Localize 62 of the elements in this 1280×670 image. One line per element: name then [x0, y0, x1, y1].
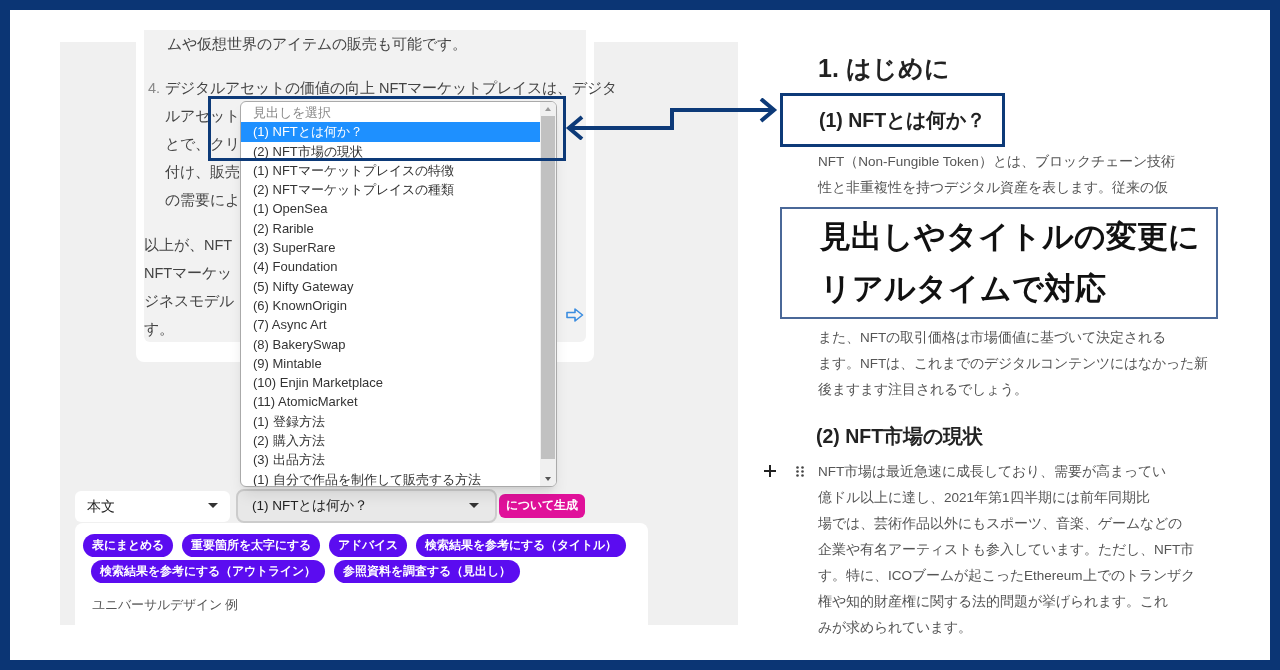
dropdown-option[interactable]: (2) Rarible — [253, 220, 314, 237]
action-chip[interactable]: アドバイス — [329, 534, 407, 557]
caret-icon — [208, 503, 218, 509]
highlighted-heading: (1) NFTとは何か？ — [780, 93, 1005, 147]
heading: 1. はじめに — [817, 53, 950, 84]
body-text: す。 — [144, 320, 174, 339]
block-type-select[interactable]: 本文 — [75, 490, 230, 522]
paragraph-line: ます。NFTは、これまでのデジタルコンテンツにはなかった新 — [818, 355, 1209, 373]
body-text: の需要によ — [165, 191, 240, 210]
body-text: 付け、販売 — [165, 163, 240, 182]
body-text: デジタルアセットの価値の向上 NFTマーケットプレイスは、デジタ — [165, 79, 618, 98]
dropdown-option[interactable]: (7) Async Art — [253, 317, 327, 333]
dropdown-option[interactable]: (3) 出品方法 — [253, 452, 325, 468]
drag-handle-icon[interactable] — [796, 466, 804, 477]
plus-icon[interactable] — [764, 465, 776, 477]
dropdown-option[interactable]: (1) 登録方法 — [253, 413, 325, 430]
paragraph-line: 場では、芸術作品以外にもスポーツ、音楽、ゲームなどの — [818, 515, 1182, 533]
body-text: 以上が、NFT — [144, 236, 233, 255]
action-chip[interactable]: 表にまとめる — [83, 534, 173, 557]
callout-text: 見出しやタイトルの変更にリアルタイムで対応 — [780, 207, 1218, 319]
generate-button[interactable]: について生成 — [499, 494, 585, 518]
paragraph-line: 後ますます注目されるでしょう。 — [818, 381, 1028, 399]
paragraph-line: 性と非重複性を持つデジタル資産を表します。従来の仮 — [818, 179, 1168, 197]
paragraph-line: 権や知的財産権に関する法的問題が挙げられます。これ — [818, 593, 1168, 611]
dropdown-option[interactable]: (1) OpenSea — [253, 201, 328, 217]
dropdown-option[interactable]: (2) NFT市場の現状 — [253, 143, 363, 159]
dropdown-option[interactable]: (9) Mintable — [253, 355, 322, 372]
dropdown-header-option: 見出しを選択 — [241, 103, 540, 123]
prompt-text: ユニバーサルデザイン 例 — [91, 597, 239, 614]
dropdown-option[interactable]: (5) Nifty Gateway — [253, 278, 354, 294]
dropdown-option[interactable]: (11) AtomicMarket — [253, 394, 358, 410]
action-chip[interactable]: 検索結果を参考にする（タイトル） — [416, 534, 626, 557]
list-number: 4. — [148, 79, 162, 98]
paragraph-line: NFT（Non-Fungible Token）とは、ブロックチェーン技術 — [818, 153, 1175, 171]
body-text: NFTマーケッ — [144, 264, 233, 283]
dropdown-option[interactable]: (1) NFTマーケットプレイスの特徴 — [253, 162, 454, 179]
body-text: とで、クリ — [165, 135, 240, 154]
paragraph-line: みが求められています。 — [818, 619, 972, 637]
dropdown-option[interactable]: (4) Foundation — [253, 259, 338, 275]
scrollbar[interactable] — [540, 102, 556, 486]
action-chip[interactable]: 参照資料を調査する（見出し） — [334, 560, 520, 583]
paragraph-line: また、NFTの取引価格は市場価値に基づいて決定される — [818, 329, 1167, 347]
dropdown-option[interactable]: (10) Enjin Marketplace — [253, 375, 384, 391]
dropdown-option[interactable]: (8) BakerySwap — [253, 336, 346, 352]
heading: (2) NFT市場の現状 — [815, 424, 984, 449]
dropdown-option[interactable]: (3) SuperRare — [253, 240, 336, 256]
body-text: ジネスモデル — [144, 292, 234, 311]
action-chip[interactable]: 重要箇所を太字にする — [182, 534, 320, 557]
heading-select[interactable]: (1) NFTとは何か？ — [236, 489, 497, 523]
paragraph-line: す。特に、ICOブームが起こったEthereum上でのトランザク — [818, 567, 1195, 585]
arrow-right-icon[interactable] — [566, 308, 584, 322]
paragraph-line: 企業や有名アーティストも参入しています。ただし、NFT市 — [818, 541, 1195, 559]
dropdown-option[interactable]: (1) 自分で作品を制作して販売する方法 — [253, 471, 481, 486]
dropdown-option[interactable]: (2) NFTマーケットプレイスの種類 — [253, 182, 454, 198]
dropdown-option[interactable]: (6) KnownOrigin — [253, 297, 347, 314]
body-text: ムや仮想世界のアイテムの販売も可能です。 — [166, 35, 468, 54]
body-text: ルアセット — [165, 107, 240, 126]
action-chip[interactable]: 検索結果を参考にする（アウトライン） — [91, 560, 325, 583]
paragraph-line: 億ドル以上に達し、2021年第1四半期には前年同期比 — [818, 489, 1150, 507]
caret-icon — [469, 503, 479, 509]
dropdown-option[interactable]: (2) 購入方法 — [253, 433, 325, 449]
paragraph-line: NFT市場は最近急速に成長しており、需要が高まってい — [818, 463, 1167, 481]
